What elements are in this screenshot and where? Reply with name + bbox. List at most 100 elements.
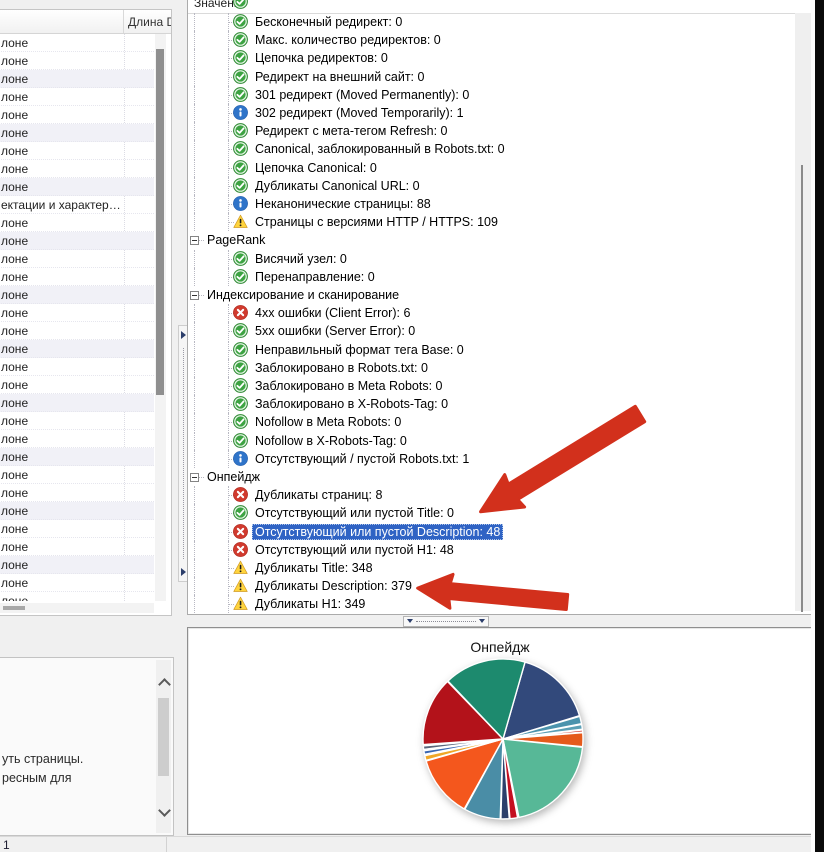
- url-table-horizontal-scrollbar[interactable]: [0, 603, 154, 613]
- table-row[interactable]: лоне: [0, 412, 154, 430]
- table-row[interactable]: лоне: [0, 376, 154, 394]
- tree-item[interactable]: 5xx ошибки (Server Error): 0: [188, 322, 793, 340]
- tree-item[interactable]: Редирект с мета-тегом Refresh: 0: [188, 122, 793, 140]
- tree-item[interactable]: Nofollow в Meta Robots: 0: [188, 413, 793, 431]
- tree-item[interactable]: Цепочка Canonical: 0: [188, 159, 793, 177]
- tree-item[interactable]: Canonical, заблокированный в Robots.txt:…: [188, 140, 793, 158]
- table-row[interactable]: лоне: [0, 52, 154, 70]
- table-row[interactable]: лоне: [0, 178, 154, 196]
- table-row[interactable]: лоне: [0, 322, 154, 340]
- table-row[interactable]: лоне: [0, 124, 154, 142]
- scrollbar-thumb[interactable]: [158, 698, 169, 776]
- tree-item-label: Бесконечный редирект: 0: [252, 14, 405, 30]
- table-row[interactable]: лоне: [0, 484, 154, 502]
- pie-chart: [188, 628, 810, 832]
- table-row[interactable]: лоне: [0, 70, 154, 88]
- tree-item[interactable]: Висячий узел: 0: [188, 250, 793, 268]
- info-vertical-scrollbar[interactable]: [156, 660, 171, 833]
- table-cell-text: лоне: [1, 396, 28, 410]
- table-row[interactable]: лоне: [0, 142, 154, 160]
- tree-item[interactable]: Дубликаты страниц: 8: [188, 486, 793, 504]
- table-row[interactable]: лоне: [0, 160, 154, 178]
- details-vertical-scrollbar[interactable]: [795, 13, 811, 611]
- tree-item[interactable]: 301 редирект (Moved Permanently): 0: [188, 86, 793, 104]
- table-row[interactable]: лоне: [0, 538, 154, 556]
- tree-connector: [194, 86, 195, 104]
- table-row[interactable]: ектации и характер…: [0, 196, 154, 214]
- tree-item-label: Отсутствующий или пустой Title: 0: [252, 505, 457, 521]
- table-cell-text: лоне: [1, 306, 28, 320]
- scrollbar-thumb[interactable]: [156, 49, 164, 395]
- tree-item[interactable]: Дубликаты Description: 379: [188, 577, 793, 595]
- minus-glyph: [192, 477, 197, 478]
- tree-item[interactable]: Страницы с версиями HTTP / HTTPS: 109: [188, 213, 793, 231]
- tree-connector: [194, 13, 195, 31]
- tree-item[interactable]: 4xx ошибки (Client Error): 6: [188, 304, 793, 322]
- details-tree-panel: Значение Бесконечный редирект: 0Макс. ко…: [187, 0, 813, 615]
- collapse-expander-icon[interactable]: [190, 291, 199, 300]
- table-row[interactable]: лоне: [0, 88, 154, 106]
- table-row[interactable]: лоне: [0, 448, 154, 466]
- tree-section[interactable]: Онпейдж: [188, 468, 793, 486]
- table-row[interactable]: лоне: [0, 250, 154, 268]
- table-row[interactable]: лоне: [0, 556, 154, 574]
- table-row[interactable]: лоне: [0, 232, 154, 250]
- minus-glyph: [192, 295, 197, 296]
- table-row[interactable]: лоне: [0, 214, 154, 232]
- tree-section[interactable]: Индексирование и сканирование: [188, 286, 793, 304]
- tree-item[interactable]: Отсутствующий / пустой Robots.txt: 1: [188, 450, 793, 468]
- table-cell-text: лоне: [1, 432, 28, 446]
- table-row[interactable]: лоне: [0, 268, 154, 286]
- tree-item[interactable]: Отсутствующий или пустой Description: 48: [188, 523, 793, 541]
- tree-item[interactable]: Отсутствующий или пустой H1: 48: [188, 541, 793, 559]
- collapse-right-icon[interactable]: [181, 331, 186, 339]
- scrollbar-thumb[interactable]: [3, 606, 25, 610]
- collapse-down-icon[interactable]: [479, 619, 485, 623]
- table-row[interactable]: лоне: [0, 394, 154, 412]
- tree-item[interactable]: Отсутствующий или пустой Title: 0: [188, 504, 793, 522]
- table-cell-text: ектации и характер…: [1, 198, 121, 212]
- table-cell-text: лоне: [1, 360, 28, 374]
- tree-item[interactable]: Заблокировано в X-Robots-Tag: 0: [188, 395, 793, 413]
- tree-connector: [194, 450, 195, 468]
- table-row[interactable]: лоне: [0, 34, 154, 52]
- horizontal-splitter[interactable]: [403, 616, 489, 627]
- tree-section[interactable]: PageRank: [188, 231, 793, 249]
- tree-item[interactable]: Редирект на внешний сайт: 0: [188, 68, 793, 86]
- column-header-description-length[interactable]: Длина D: [128, 15, 172, 29]
- tree-item[interactable]: Дубликаты Title: 348: [188, 559, 793, 577]
- table-row[interactable]: лоне: [0, 520, 154, 538]
- scroll-down-icon[interactable]: [158, 804, 171, 817]
- tree-item[interactable]: Неправильный формат тега Base: 0: [188, 341, 793, 359]
- tree-item[interactable]: Макс. количество редиректов: 0: [188, 31, 793, 49]
- table-cell-text: лоне: [1, 540, 28, 554]
- tree-item[interactable]: Дубликаты Canonical URL: 0: [188, 177, 793, 195]
- tree-item[interactable]: Цепочка редиректов: 0: [188, 49, 793, 67]
- table-row[interactable]: лоне: [0, 502, 154, 520]
- tree-item[interactable]: Заблокировано в Meta Robots: 0: [188, 377, 793, 395]
- tree-item[interactable]: Перенаправление: 0: [188, 268, 793, 286]
- tree-item-label: PageRank: [204, 232, 268, 248]
- collapse-down-icon[interactable]: [407, 619, 413, 623]
- table-row[interactable]: лоне: [0, 574, 154, 592]
- tree-item[interactable]: Бесконечный редирект: 0: [188, 13, 793, 31]
- table-row[interactable]: лоне: [0, 106, 154, 124]
- tree-item[interactable]: Дубликаты H1: 349: [188, 595, 793, 613]
- tree-item[interactable]: Nofollow в X-Robots-Tag: 0: [188, 432, 793, 450]
- table-row[interactable]: лоне: [0, 358, 154, 376]
- table-row[interactable]: лоне: [0, 286, 154, 304]
- collapse-right-icon[interactable]: [181, 568, 186, 576]
- tree-item[interactable]: 302 редирект (Moved Temporarily): 1: [188, 104, 793, 122]
- scrollbar-thumb[interactable]: [801, 165, 803, 612]
- table-row[interactable]: лоне: [0, 340, 154, 358]
- collapse-expander-icon[interactable]: [190, 473, 199, 482]
- scroll-up-icon[interactable]: [158, 678, 171, 691]
- tree-item[interactable]: Неканонические страницы: 88: [188, 195, 793, 213]
- table-row[interactable]: лоне: [0, 304, 154, 322]
- collapse-expander-icon[interactable]: [190, 236, 199, 245]
- table-row[interactable]: лоне: [0, 430, 154, 448]
- url-table-vertical-scrollbar[interactable]: [155, 34, 166, 601]
- table-row[interactable]: лоне: [0, 466, 154, 484]
- table-row[interactable]: лоне: [0, 592, 154, 601]
- tree-item[interactable]: Заблокировано в Robots.txt: 0: [188, 359, 793, 377]
